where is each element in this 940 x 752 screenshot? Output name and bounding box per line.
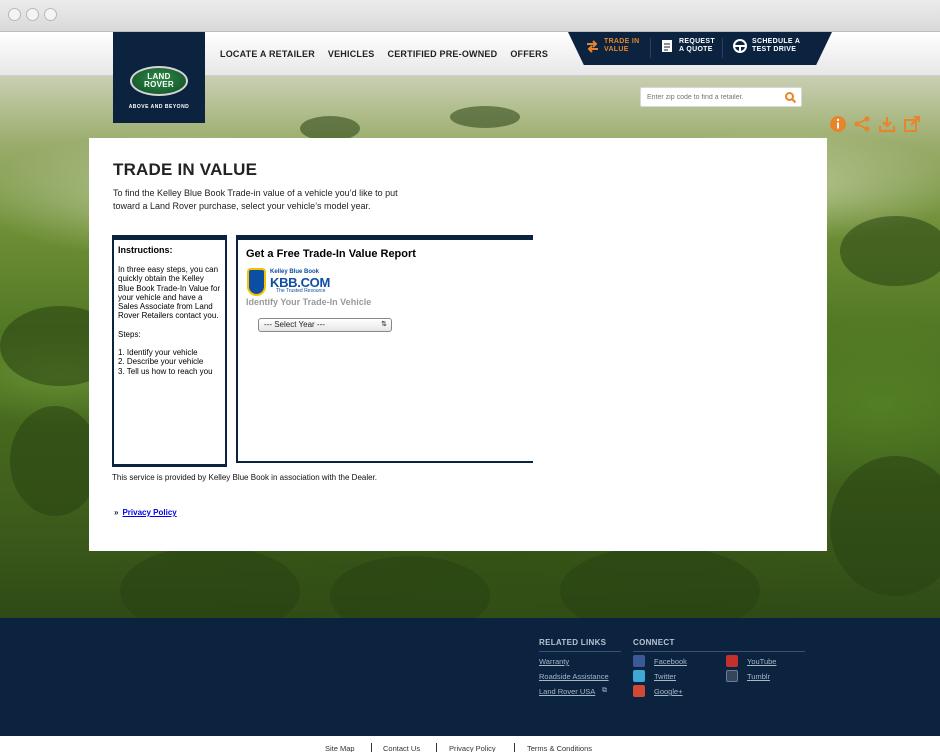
chevron-right-icon: » [114,508,119,517]
logo-tagline: ABOVE AND BEYOND [128,104,190,110]
site-footer [0,618,940,736]
nav-vehicles[interactable]: VEHICLES [328,49,375,59]
window-close-button[interactable] [8,8,21,21]
select-year-value: --- Select Year --- [264,320,325,329]
info-icon[interactable] [829,115,847,133]
youtube-icon[interactable] [726,655,738,667]
land-rover-usa-link[interactable]: Land Rover USA [539,687,595,696]
warranty-link[interactable]: Warranty [539,657,569,666]
test-drive-label: SCHEDULE A TEST DRIVE [752,38,800,53]
page-title: TRADE IN VALUE [113,160,258,179]
window-minimize-button[interactable] [26,8,39,21]
page-intro: To find the Kelley Blue Book Trade-in va… [113,188,398,211]
nav-locate-retailer[interactable]: LOCATE A RETAILER [220,49,315,59]
step-item: 2. Describe your vehicle [118,357,204,367]
logo-text: LAND ROVER [144,72,174,89]
google-plus-link[interactable]: Google+ [654,687,683,696]
download-icon[interactable] [878,115,896,133]
dropdown-arrows-icon: ⇅ [381,321,387,328]
bottom-privacy-policy-link[interactable]: Privacy Policy [449,744,496,752]
kbb-logo-line3: The Trusted Resource [276,288,326,294]
tumblr-link[interactable]: Tumblr [747,672,770,681]
request-quote-label: REQUEST A QUOTE [679,38,715,53]
request-quote-button[interactable]: REQUEST A QUOTE [660,38,721,54]
google-plus-icon[interactable] [633,685,645,697]
twitter-link[interactable]: Twitter [654,672,676,681]
trade-in-report-box: Get a Free Trade-In Value Report Kelley … [236,235,533,463]
step-item: 1. Identify your vehicle [118,348,198,358]
trade-in-panel: TRADE IN VALUE To find the Kelley Blue B… [89,138,827,551]
site-map-link[interactable]: Site Map [325,744,355,752]
zip-search [640,87,802,107]
cta-bar: TRADE IN VALUE REQUEST A QUOTE SCHEDULE … [568,32,832,65]
share-icon[interactable] [853,115,871,133]
kbb-shield-icon [247,268,266,296]
connect-title: CONNECT [633,638,675,647]
main-nav: LOCATE A RETAILER VEHICLES CERTIFIED PRE… [220,49,561,59]
privacy-link-row: » Privacy Policy [114,508,177,517]
step-item: 3. Tell us how to reach you [118,366,213,376]
facebook-link[interactable]: Facebook [654,657,687,666]
land-rover-oval-icon: LAND ROVER [130,66,188,96]
kbb-logo: Kelley Blue Book KBB.COM The Trusted Res… [247,268,330,296]
instructions-box: Instructions: In three easy steps, you c… [112,235,227,467]
land-rover-logo[interactable]: LAND ROVER ABOVE AND BEYOND [113,32,205,123]
swap-arrows-icon [585,39,599,53]
terms-conditions-link[interactable]: Terms & Conditions [527,744,592,752]
report-heading: Get a Free Trade-In Value Report [246,248,416,260]
document-icon [660,39,674,53]
related-links-title: RELATED LINKS [539,638,607,647]
trade-in-label: TRADE IN VALUE [604,38,640,53]
nav-offers[interactable]: OFFERS [510,49,548,59]
identify-vehicle-label: Identify Your Trade-In Vehicle [246,297,372,307]
window-maximize-button[interactable] [44,8,57,21]
instructions-heading: Instructions: [118,245,173,255]
search-icon[interactable] [784,91,797,104]
browser-chrome [0,0,940,32]
steering-wheel-icon [733,39,747,53]
youtube-link[interactable]: YouTube [747,657,776,666]
twitter-icon[interactable] [633,670,645,682]
service-note: This service is provided by Kelley Blue … [112,473,378,482]
schedule-test-drive-button[interactable]: SCHEDULE A TEST DRIVE [733,38,808,54]
facebook-icon[interactable] [633,655,645,667]
steps-label: Steps: [118,329,141,339]
instructions-body: In three easy steps, you can quickly obt… [118,265,221,321]
bottom-links-bar: Site Map Contact Us Privacy Policy Terms… [0,736,940,752]
privacy-policy-link[interactable]: Privacy Policy [122,508,176,517]
tumblr-icon[interactable] [726,670,738,682]
external-window-icon: ⧉ [602,687,607,694]
nav-certified-pre-owned[interactable]: CERTIFIED PRE-OWNED [388,49,498,59]
zip-search-input[interactable] [647,91,781,104]
external-link-icon[interactable] [903,115,921,133]
contact-us-link[interactable]: Contact Us [383,744,420,752]
roadside-assistance-link[interactable]: Roadside Assistance [539,672,609,681]
select-year-dropdown[interactable]: --- Select Year --- ⇅ [258,318,392,332]
trade-in-value-button[interactable]: TRADE IN VALUE [585,38,646,54]
